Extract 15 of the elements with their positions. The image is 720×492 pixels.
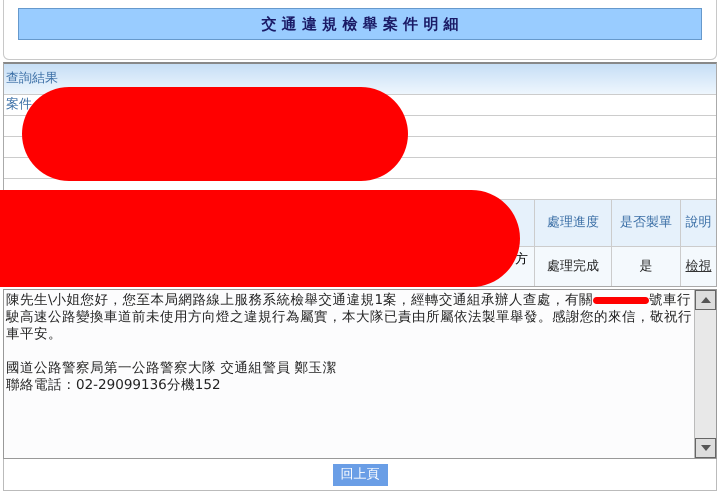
table-cell-text: 處理完成 [547,258,599,276]
table-cell-text: 是 [640,258,652,276]
message-box[interactable]: 陳先生\小姐您好，您至本局網路線上服務系統檢舉交通違規1案，經轉交通組承辦人查處，有關 號車行駛高速公路變換車道前未使用方向燈之違規行為屬實，本大隊已責由所屬依法製單舉發。感謝您的來信，敬祝行車平安。 國道公路警察局第一公路警察大隊 交通組警員 鄭玉潔 聯絡電話：02-29099136分機152 [3,289,717,459]
scroll-down-button[interactable] [695,438,716,458]
scroll-up-button[interactable] [695,290,716,310]
signature-line: 國道公路警察局第一公路警察大隊 交通組警員 鄭玉潔 [6,360,338,377]
up-arrow-icon [700,297,710,303]
message-text: 陳先生\小姐您好，您至本局網路線上服務系統檢舉交通違規1案，經轉交通組承辦人查處，有關 號車行駛高速公路變換車道前未使用方向燈之違規行為屬實，本大隊已責由所屬依法製單舉發。感謝您的來信，敬祝行車平安。 [6,292,692,343]
table-cell-text: 方 [515,251,528,269]
signature-line: 聯絡電話：02-29099136分機152 [6,377,222,394]
field-label: 案件 [5,96,32,114]
scrollbar[interactable] [694,290,716,458]
page-title: 交 通 違 規 檢 舉 案 件 明 細 [18,8,702,40]
down-arrow-icon [700,445,710,451]
view-link[interactable]: 檢視 [686,256,712,276]
